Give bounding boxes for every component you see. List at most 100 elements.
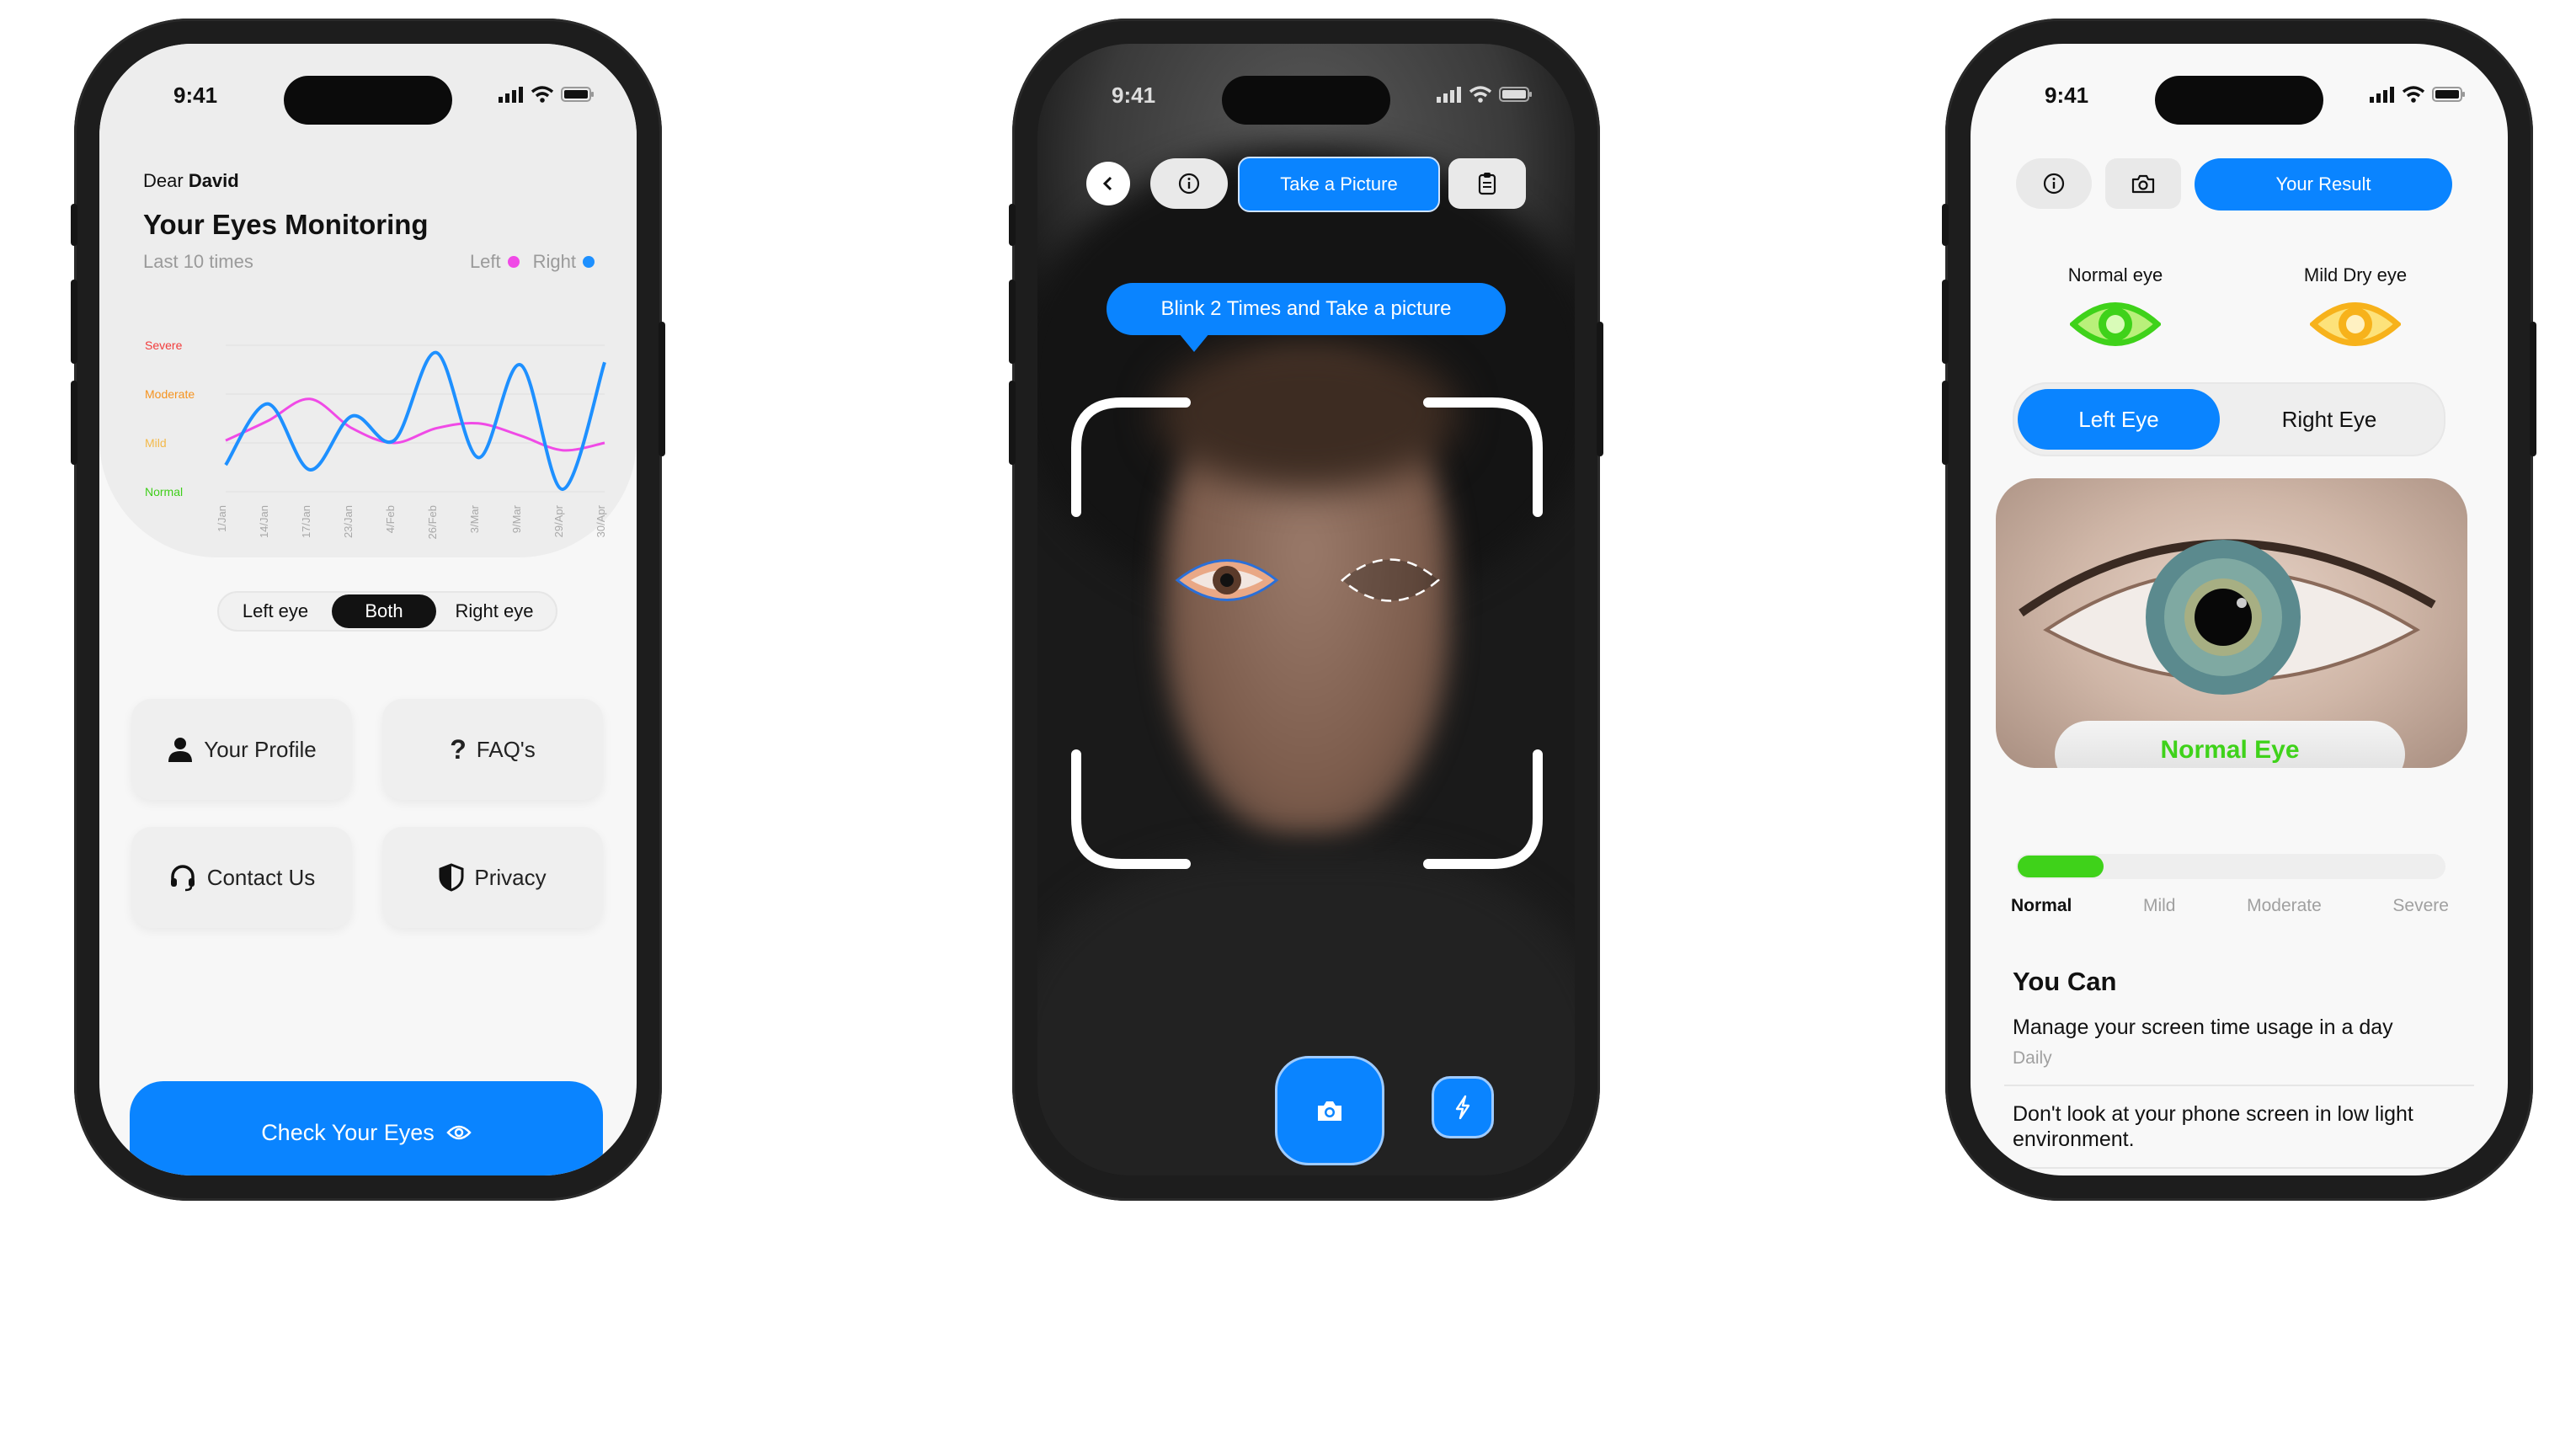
left-eye-tab[interactable]: Left Eye (2018, 389, 2220, 450)
x-tick-label: 26/Feb (426, 505, 439, 539)
camera-icon (2131, 174, 2155, 194)
level-label-normal: Normal (145, 485, 183, 498)
frame-corner-br (1423, 749, 1543, 869)
info-button[interactable] (2016, 158, 2092, 209)
legend-left-label: Left (469, 251, 501, 272)
back-button[interactable] (1086, 162, 1130, 205)
shield-icon (439, 863, 464, 892)
face-frame (1071, 397, 1543, 869)
segment-left-eye[interactable]: Left eye (219, 600, 332, 622)
volume-down (1942, 381, 1949, 465)
normal-eye-label: Normal eye (2067, 264, 2163, 285)
frame-corner-tr (1423, 397, 1543, 517)
mild-dry-eye-indicator: Mild Dry eye (2284, 264, 2427, 358)
severity-bar-fill (2018, 856, 2104, 877)
screen-result: 9:41 Your Result Normal eye Mild Dry eye… (1971, 44, 2508, 1175)
chevron-left-icon (1102, 176, 1112, 191)
green-eye-icon (2068, 302, 2163, 346)
page-title: Your Eyes Monitoring (143, 209, 429, 240)
screen-camera: 9:41 Take a Picture Blink 2 Times and Ta… (1037, 44, 1575, 1175)
screen-monitoring: 9:41 Dear David Your Eyes Monitoring Las… (99, 44, 637, 1175)
battery-icon (1499, 87, 1532, 102)
faqs-label: FAQ's (476, 736, 536, 762)
blink-instruction-text: Blink 2 Times and Take a picture (1160, 297, 1452, 320)
camera-button[interactable] (2105, 158, 2181, 209)
volume-up (71, 280, 77, 364)
x-tick-label: 30/Apr (595, 504, 607, 537)
level-label-mild: Mild (145, 436, 167, 450)
status-icons (499, 86, 595, 103)
volume-up (1009, 280, 1016, 364)
status-time: 9:41 (1112, 83, 1156, 108)
target-right-eye (1341, 558, 1440, 602)
power-button (2530, 322, 2536, 456)
info-icon (2043, 173, 2065, 195)
contact-us-label: Contact Us (206, 864, 316, 890)
severity-bar (2016, 854, 2445, 879)
severity-moderate: Moderate (2247, 896, 2322, 915)
tip-item: Don't look at your phone screen in low l… (2013, 1101, 2451, 1152)
tip-divider (2004, 1167, 2474, 1169)
camera-icon (1318, 1101, 1341, 1121)
info-button[interactable] (1150, 158, 1228, 209)
x-tick-label: 29/Apr (552, 504, 565, 537)
dynamic-island (284, 76, 452, 125)
check-your-eyes-label: Check Your Eyes (261, 1119, 435, 1145)
signal-icon (499, 87, 523, 103)
x-tick-label: 4/Feb (384, 505, 397, 533)
volume-down (1009, 381, 1016, 465)
power-button (659, 322, 665, 456)
capture-button[interactable] (1275, 1056, 1384, 1165)
x-tick-label: 3/Mar (468, 504, 481, 533)
you-can-title: You Can (2013, 967, 2117, 996)
your-profile-card[interactable]: Your Profile (131, 699, 352, 800)
power-button (1597, 322, 1603, 456)
mute-switch (1942, 204, 1949, 246)
normal-eye-result-badge: Normal Eye (2055, 721, 2405, 768)
phone-result: 9:41 Your Result Normal eye Mild Dry eye… (1942, 19, 2536, 1201)
right-eye-tab[interactable]: Right Eye (2220, 407, 2439, 433)
legend-right-label: Right (532, 251, 576, 272)
severity-labels: Normal Mild Moderate Severe (2011, 896, 2449, 916)
signal-icon (2370, 87, 2394, 103)
phone-camera: 9:41 Take a Picture Blink 2 Times and Ta… (1009, 19, 1603, 1201)
severity-mild: Mild (2142, 896, 2176, 915)
contact-us-card[interactable]: Contact Us (131, 827, 352, 928)
tip-text: Manage your screen time usage in a day (2013, 1016, 2393, 1039)
check-your-eyes-button[interactable]: Check Your Eyes (130, 1081, 603, 1175)
flash-icon (1455, 1095, 1470, 1120)
greeting-name: David (188, 170, 239, 191)
blink-instruction-tooltip: Blink 2 Times and Take a picture (1107, 283, 1506, 335)
report-button[interactable] (1448, 158, 1526, 209)
status-time: 9:41 (173, 83, 218, 108)
your-result-tab[interactable]: Your Result (2195, 158, 2452, 211)
signal-icon (1437, 87, 1461, 103)
normal-eye-result-label: Normal Eye (2160, 736, 2300, 764)
page-subtitle: Last 10 times (143, 251, 253, 272)
privacy-label: Privacy (474, 864, 547, 890)
privacy-card[interactable]: Privacy (382, 827, 603, 928)
take-picture-tab[interactable]: Take a Picture (1238, 157, 1440, 212)
battery-icon (2432, 87, 2465, 102)
info-icon (1178, 173, 1200, 195)
question-icon: ? (450, 733, 467, 765)
legend-left: Left (470, 251, 520, 273)
segment-right-eye[interactable]: Right eye (436, 600, 552, 622)
segment-both[interactable]: Both (332, 594, 436, 628)
faqs-card[interactable]: ? FAQ's (382, 699, 603, 800)
legend-right-dot (583, 256, 595, 268)
frame-corner-tl (1071, 397, 1191, 517)
legend-right: Right (533, 251, 595, 273)
eye-tab-switch: Left Eye Right Eye (2013, 382, 2445, 456)
phone-monitoring: 9:41 Dear David Your Eyes Monitoring Las… (71, 19, 665, 1201)
frame-corner-bl (1071, 749, 1191, 869)
level-label-severe: Severe (145, 339, 183, 352)
flash-button[interactable] (1432, 1076, 1494, 1138)
x-tick-label: 9/Mar (510, 504, 523, 533)
x-tick-label: 17/Jan (300, 505, 312, 538)
eye-photo: Normal Eye (1996, 478, 2467, 768)
eye-segment-control: Left eye Both Right eye (217, 591, 557, 632)
person-icon (168, 738, 193, 762)
dynamic-island (1222, 76, 1390, 125)
level-label-moderate: Moderate (145, 387, 195, 401)
